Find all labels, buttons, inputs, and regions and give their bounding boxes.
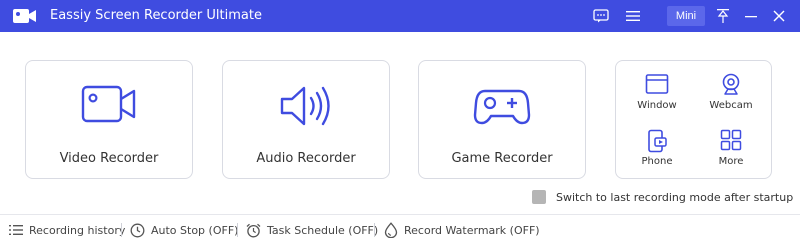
separator	[374, 223, 375, 237]
app-title: Eassiy Screen Recorder Ultimate	[50, 8, 262, 23]
startup-mode-checkbox[interactable]	[532, 190, 546, 204]
video-camera-logo-icon	[12, 6, 38, 26]
audio-recorder-card[interactable]: Audio Recorder	[222, 60, 390, 179]
video-camera-icon	[26, 83, 192, 129]
window-label: Window	[637, 100, 677, 111]
phone-icon	[618, 129, 696, 155]
more-recorder-option[interactable]: More	[692, 119, 770, 178]
mini-button[interactable]: Mini	[667, 6, 705, 26]
startup-mode-option: Switch to last recording mode after star…	[532, 189, 793, 205]
startup-mode-label[interactable]: Switch to last recording mode after star…	[556, 191, 793, 204]
video-recorder-card[interactable]: Video Recorder	[25, 60, 193, 179]
webcam-label: Webcam	[709, 100, 753, 111]
task-schedule-button[interactable]: Task Schedule (OFF)	[246, 221, 378, 239]
grid-icon	[692, 129, 770, 155]
minimize-icon[interactable]	[740, 4, 762, 28]
game-recorder-label: Game Recorder	[451, 151, 553, 166]
game-recorder-card[interactable]: Game Recorder	[418, 60, 586, 179]
title-bar: Eassiy Screen Recorder Ultimate Mini	[0, 0, 800, 32]
bottom-bar: Recording history Auto Stop (OFF) Task S…	[0, 214, 800, 243]
recording-history-button[interactable]: Recording history	[9, 221, 125, 239]
recording-history-label: Recording history	[29, 223, 126, 237]
webcam-icon	[692, 73, 770, 99]
video-recorder-label: Video Recorder	[59, 151, 159, 166]
feedback-icon[interactable]	[590, 4, 612, 28]
separator	[237, 223, 238, 237]
phone-label: Phone	[641, 156, 673, 167]
auto-stop-button[interactable]: Auto Stop (OFF)	[130, 221, 238, 239]
auto-stop-label: Auto Stop (OFF)	[151, 223, 239, 237]
speaker-icon	[223, 83, 389, 129]
menu-icon[interactable]	[622, 4, 644, 28]
window-icon	[618, 73, 696, 99]
phone-recorder-option[interactable]: Phone	[618, 119, 696, 178]
webcam-recorder-option[interactable]: Webcam	[692, 63, 770, 122]
watermark-drop-icon	[384, 222, 398, 238]
clock-icon	[130, 223, 145, 237]
record-watermark-label: Record Watermark (OFF)	[404, 223, 540, 237]
window-recorder-option[interactable]: Window	[618, 63, 696, 122]
record-watermark-button[interactable]: Record Watermark (OFF)	[384, 221, 540, 239]
separator	[121, 223, 122, 237]
audio-recorder-label: Audio Recorder	[256, 151, 356, 166]
close-icon[interactable]	[768, 4, 790, 28]
pin-icon[interactable]	[712, 4, 734, 28]
more-label: More	[718, 156, 744, 167]
list-icon	[9, 225, 23, 235]
alarm-clock-icon	[246, 223, 261, 237]
task-schedule-label: Task Schedule (OFF)	[267, 223, 379, 237]
more-options-panel: Window Webcam Phone More	[615, 60, 772, 179]
gamepad-icon	[419, 83, 585, 129]
